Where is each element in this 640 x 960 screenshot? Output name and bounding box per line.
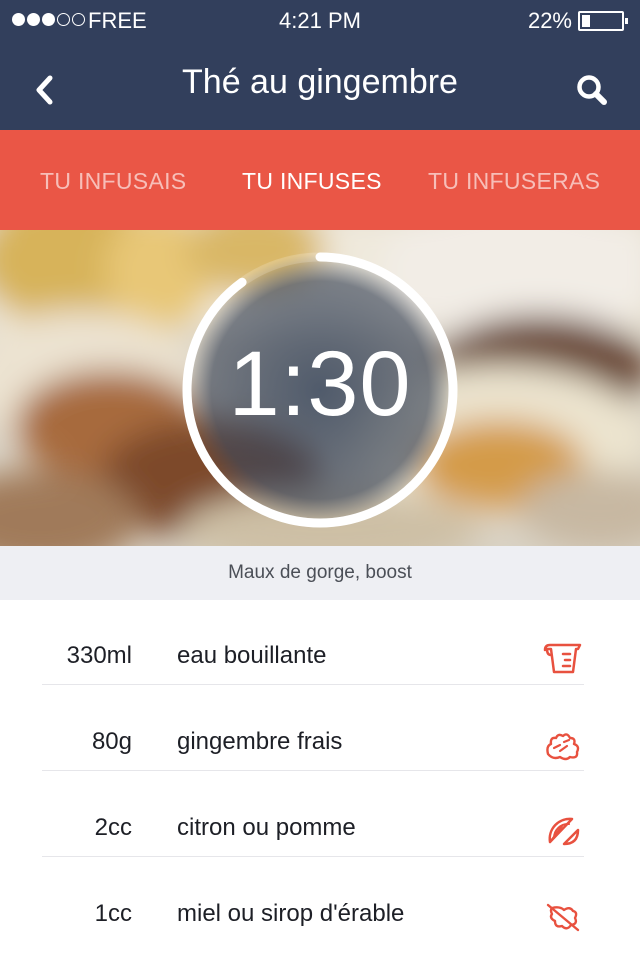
tab-past[interactable]: TU INFUSAIS <box>40 168 186 195</box>
benefits-text: Maux de gorge, boost <box>228 562 412 583</box>
benefits-band: Maux de gorge, boost <box>0 546 640 600</box>
brew-timer[interactable]: 1:30 <box>178 248 462 532</box>
battery-icon <box>578 11 628 31</box>
battery-percent: 22% <box>527 8 572 33</box>
ginger-root-icon <box>546 733 580 761</box>
top-bar: FREE 4:21 PM 22% Thé au gingembre <box>0 0 640 130</box>
ingredient-quantity: 2cc <box>94 814 132 841</box>
ingredient-row: 330ml eau bouillante <box>42 600 584 685</box>
ingredient-quantity: 330ml <box>66 642 132 669</box>
lemon-slice-icon <box>548 817 580 846</box>
hero-photo: 1:30 <box>0 230 640 546</box>
ingredient-quantity: 1cc <box>94 900 132 927</box>
ingredient-row: 1cc miel ou sirop d'érable <box>42 858 584 943</box>
page-title: Thé au gingembre <box>182 63 458 101</box>
tea-timer-screen: FREE 4:21 PM 22% Thé au gingembre TU INF… <box>0 0 640 960</box>
maple-leaf-icon <box>546 903 580 932</box>
ingredient-list: 330ml eau bouillante 80g gingembre frais… <box>0 600 640 960</box>
search-button[interactable] <box>572 70 612 110</box>
timer-display: 1:30 <box>228 333 412 435</box>
ingredient-name: eau bouillante <box>177 642 327 669</box>
back-button[interactable] <box>28 68 64 112</box>
measuring-cup-icon <box>543 643 582 674</box>
time-tabs: TU INFUSAIS TU INFUSES TU INFUSERAS <box>0 130 640 230</box>
ingredient-row: 80g gingembre frais <box>42 686 584 771</box>
search-icon <box>577 75 607 105</box>
ingredient-name: citron ou pomme <box>177 814 356 841</box>
chevron-left-icon <box>36 75 53 105</box>
ingredient-row: 2cc citron ou pomme <box>42 772 584 857</box>
ingredient-quantity: 80g <box>91 728 132 755</box>
tab-future[interactable]: TU INFUSERAS <box>428 168 600 195</box>
status-bar: FREE 4:21 PM 22% <box>0 0 640 40</box>
ingredient-name: gingembre frais <box>177 728 343 755</box>
ingredient-name: miel ou sirop d'érable <box>177 900 405 927</box>
tab-present[interactable]: TU INFUSES <box>242 168 382 195</box>
